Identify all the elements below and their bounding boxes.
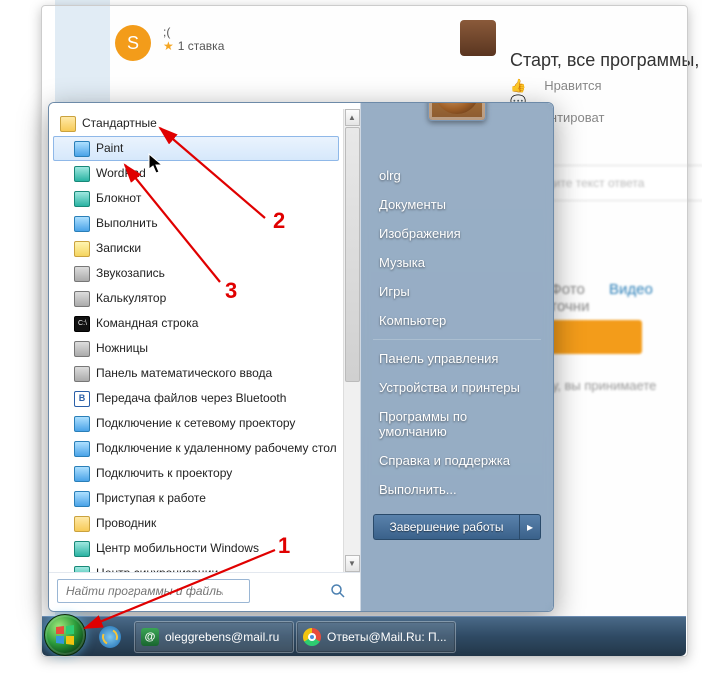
program-item-notepad[interactable]: Блокнот [53,186,339,211]
wordpad-icon [74,166,90,182]
bluetooth-icon [74,391,90,407]
link-pictures[interactable]: Изображения [367,219,547,248]
start-menu-program-list[interactable]: Стандартные Paint WordPad Блокнот Выполн… [49,109,343,572]
shutdown-options-arrow[interactable]: ▸ [519,514,541,540]
folder-label: Стандартные [82,114,157,133]
shutdown-button[interactable]: Завершение работы [373,514,519,540]
calculator-icon [74,291,90,307]
snipping-icon [74,341,90,357]
link-control-panel[interactable]: Панель управления [367,344,547,373]
bg-tabs: ▣ Фото Видео Источни [532,280,702,315]
bg-avatar-s: S [115,25,151,61]
sticky-notes-icon [74,241,90,257]
user-picture[interactable] [428,102,486,121]
search-row [49,572,360,605]
program-item-rdp[interactable]: Подключение к удаленному рабочему стол [53,436,339,461]
projector-icon [74,466,90,482]
program-item-bluetooth[interactable]: Передача файлов через Bluetooth [53,386,339,411]
program-item-sync[interactable]: Центр синхронизации [53,561,339,572]
taskbar-task-chrome[interactable]: Ответы@Mail.Ru: П... [296,621,456,653]
link-music[interactable]: Музыка [367,248,547,277]
notepad-icon [74,191,90,207]
page-root: S ;( ★1 ставка Старт, все программы, ста… [0,0,702,676]
taskbar-pinned-ie[interactable] [88,621,132,653]
program-item-calculator[interactable]: Калькулятор [53,286,339,311]
scroll-thumb[interactable] [345,127,360,382]
run-icon [74,216,90,232]
program-item-snip[interactable]: Ножницы [53,336,339,361]
link-run[interactable]: Выполнить... [367,475,547,504]
scroll-up-icon[interactable]: ▲ [345,109,360,126]
bg-avatar-2 [460,20,496,56]
program-item-projector[interactable]: Подключить к проектору [53,461,339,486]
program-item-cmd[interactable]: Командная строка [53,311,339,336]
network-projector-icon [74,416,90,432]
program-item-soundrec[interactable]: Звукозапись [53,261,339,286]
rdp-icon [74,441,90,457]
start-menu: Стандартные Paint WordPad Блокнот Выполн… [48,102,554,612]
program-item-run[interactable]: Выполнить [53,211,339,236]
bg-post-1: S ;( ★1 ставка [115,25,224,61]
start-button[interactable] [44,614,86,656]
link-help[interactable]: Справка и поддержка [367,446,547,475]
bg-post-2-title: Старт, все программы, ста [510,50,702,71]
thumb-up-icon: 👍 [510,78,526,93]
program-item-explorer[interactable]: Проводник [53,511,339,536]
shutdown-button-group: Завершение работы ▸ [373,514,541,540]
username-link[interactable]: olrg [367,161,547,190]
star-icon: ★ [163,39,174,53]
link-default-programs[interactable]: Программы по умолчанию [367,402,547,446]
program-list-scrollbar[interactable]: ▲ ▼ [343,109,360,572]
windows-logo-icon [53,623,77,647]
program-item-welcome[interactable]: Приступая к работе [53,486,339,511]
bg-post-1-line2: ★1 ставка [163,39,224,53]
program-item-mathinput[interactable]: Панель математического ввода [53,361,339,386]
explorer-icon [74,516,90,532]
taskbar-task-1-label: oleggrebens@mail.ru [165,630,279,644]
start-menu-programs-panel: Стандартные Paint WordPad Блокнот Выполн… [49,103,361,611]
program-item-sticky[interactable]: Записки [53,236,339,261]
mobility-icon [74,541,90,557]
scroll-down-icon[interactable]: ▼ [345,555,360,572]
start-menu-places-panel: olrg Документы Изображения Музыка Игры К… [361,103,553,611]
taskbar-task-2-label: Ответы@Mail.Ru: П... [327,630,447,644]
link-devices[interactable]: Устройства и принтеры [367,373,547,402]
separator [373,339,541,340]
program-item-paint[interactable]: Paint [53,136,339,161]
chrome-icon [303,628,321,646]
search-icon[interactable] [330,583,346,599]
program-item-netproj[interactable]: Подключение к сетевому проектору [53,411,339,436]
link-games[interactable]: Игры [367,277,547,306]
paint-icon [74,141,90,157]
taskbar-task-mailagent[interactable]: oleggrebens@mail.ru [134,621,294,653]
taskbar: oleggrebens@mail.ru Ответы@Mail.Ru: П... [42,616,686,656]
bg-tab-video[interactable]: Видео [609,281,653,298]
mail-agent-icon [141,628,159,646]
soundrec-icon [74,266,90,282]
link-computer[interactable]: Компьютер [367,306,547,335]
program-item-wordpad[interactable]: WordPad [53,161,339,186]
folder-icon [60,116,76,132]
math-input-icon [74,366,90,382]
cmd-icon [74,316,90,332]
search-input[interactable] [57,579,250,603]
ie-icon [99,626,121,648]
folder-standartnye[interactable]: Стандартные [53,111,339,136]
welcome-icon [74,491,90,507]
program-item-mobility[interactable]: Центр мобильности Windows [53,536,339,561]
bg-post-1-text: ;( ★1 ставка [163,25,224,53]
bg-post-1-line1: ;( [163,25,224,39]
link-documents[interactable]: Документы [367,190,547,219]
